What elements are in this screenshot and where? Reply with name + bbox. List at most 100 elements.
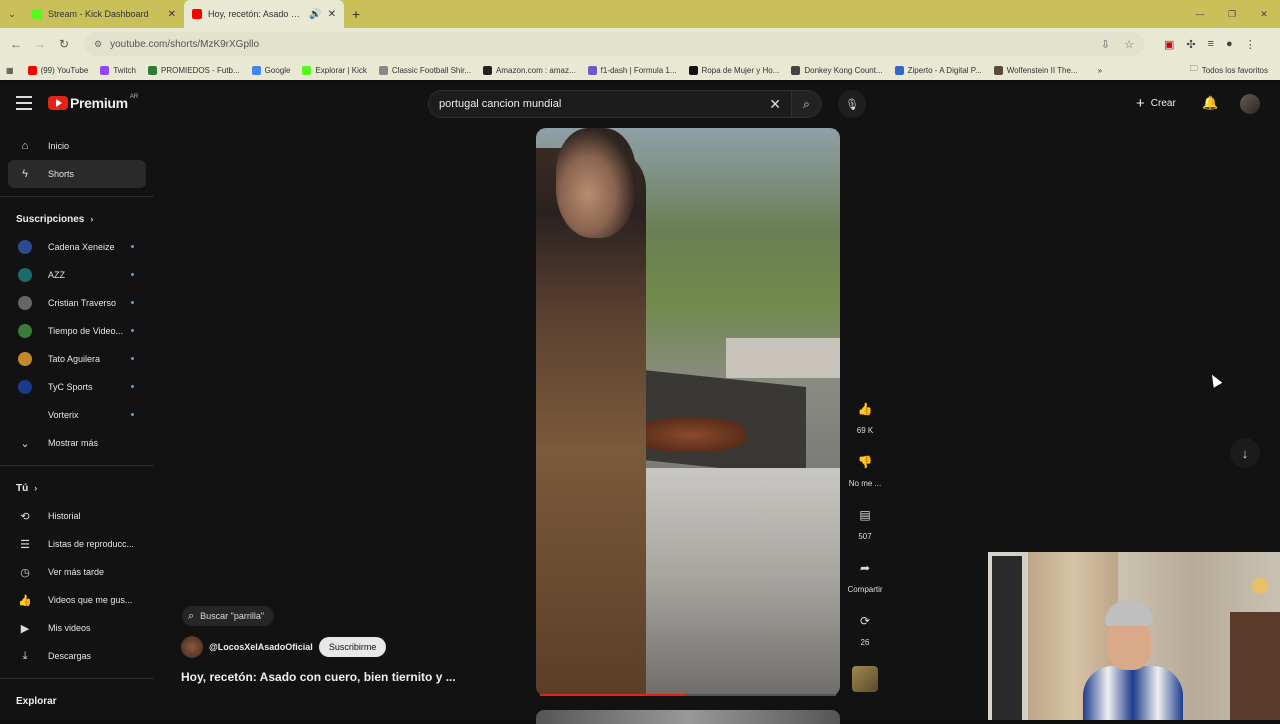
back-icon[interactable]: ← [4, 37, 28, 51]
create-label: Crear [1150, 98, 1176, 109]
bookmark-label: Ropa de Mujer y Ho... [701, 65, 780, 75]
tab-title: Stream - Kick Dashboard [48, 9, 149, 19]
channel-name[interactable]: @LocosXelAsadoOficial [209, 642, 313, 652]
bookmark-item[interactable]: Wolfenstein II The... [993, 65, 1078, 75]
video-progress-bar[interactable] [540, 694, 836, 696]
sidebar-you-item[interactable]: ⤓ Descargas [0, 642, 154, 670]
sidebar-subscription-item[interactable]: Vorterix [0, 401, 154, 429]
audio-source-thumbnail[interactable] [852, 666, 878, 692]
sidebar-subscription-item[interactable]: TyC Sports [0, 373, 154, 401]
clock-icon: ◷ [20, 566, 30, 579]
next-short-preview[interactable] [536, 710, 840, 724]
bookmark-star-icon[interactable]: ☆ [1124, 38, 1134, 51]
bookmark-item[interactable]: Amazon.com : amaz... [483, 65, 576, 75]
voice-search-button[interactable]: 🎙 [838, 90, 866, 118]
menu-kebab-icon[interactable]: ⋮ [1245, 38, 1256, 51]
guide-sidebar: ⌂ Inicio ϟ Shorts Suscripciones › Cadena… [0, 124, 154, 720]
extensions-puzzle-icon[interactable]: ✣ [1186, 38, 1195, 51]
sidebar-you-item[interactable]: ⟲ Historial [0, 502, 154, 530]
sidebar-you-item[interactable]: 👍 Videos que me gus... [0, 586, 154, 614]
extensions-area: ▣ ✣ ≡ ● ⋮ [1164, 38, 1256, 51]
profile-avatar-icon[interactable]: ● [1226, 38, 1233, 50]
reload-icon[interactable]: ↻ [52, 37, 76, 51]
sidebar-subscription-item[interactable]: Cadena Xeneize [0, 233, 154, 261]
minimize-icon[interactable]: — [1184, 9, 1216, 19]
video-frame-ash [616, 468, 840, 696]
search-button[interactable]: ⌕ [792, 90, 822, 118]
close-window-icon[interactable]: ✕ [1248, 9, 1280, 20]
sidebar-subscription-item[interactable]: Tiempo de Video... [0, 317, 154, 345]
new-tab-button[interactable]: + [344, 6, 368, 22]
bookmark-item[interactable]: PROMIEDOS - Futb... [147, 65, 240, 75]
dislike-button[interactable]: 👎 No me ... [846, 449, 884, 488]
bookmark-favicon-icon [688, 65, 698, 75]
share-button[interactable]: ➦ Compartir [846, 555, 884, 594]
you-header[interactable]: Tú › [0, 474, 154, 502]
clear-search-icon[interactable]: ✕ [769, 96, 781, 113]
channel-avatar[interactable] [181, 636, 203, 658]
bookmark-item[interactable]: Ropa de Mujer y Ho... [688, 65, 780, 75]
search-input[interactable]: portugal cancion mundial ✕ [428, 90, 792, 118]
sidebar-you-item[interactable]: ☰ Listas de reproducc... [0, 530, 154, 558]
bookmark-item[interactable]: f1-dash | Formula 1... [587, 65, 677, 75]
browser-tab-youtube[interactable]: Hoy, recetón: Asado con cu... 🔊 ✕ [184, 0, 344, 28]
shorts-icon: ϟ [22, 168, 28, 180]
bookmark-item[interactable]: Explorar | Kick [302, 65, 367, 75]
install-app-icon[interactable]: ⇩ [1101, 38, 1110, 51]
short-video-player[interactable] [536, 128, 840, 696]
browser-tab-bar: ⌄ Stream - Kick Dashboard ✕ Hoy, recetón… [0, 0, 1280, 28]
create-button[interactable]: + Crear [1136, 95, 1176, 112]
restore-icon[interactable]: ❐ [1216, 9, 1248, 20]
subscriptions-header[interactable]: Suscripciones › [0, 205, 154, 233]
subscribe-button[interactable]: Suscribirme [318, 637, 387, 657]
bookmarks-overflow-icon[interactable]: » [1098, 66, 1102, 75]
sidebar-item-label: Cadena Xeneize [48, 242, 115, 252]
sidebar-subscription-item[interactable]: Cristian Traverso [0, 289, 154, 317]
bookmark-item[interactable]: (99) YouTube [27, 65, 88, 75]
sidebar-item-shorts[interactable]: ϟ Shorts [8, 160, 146, 188]
youtube-premium-logo[interactable]: Premium AR [48, 94, 138, 111]
sidebar-item-label: Inicio [48, 141, 70, 151]
webcam-overlay [988, 552, 1280, 720]
bookmark-favicon-icon [894, 65, 904, 75]
sidebar-subscription-item[interactable]: AZZ [0, 261, 154, 289]
url-bar[interactable]: ⚙ youtube.com/shorts/MzK9rXGpllo ⇩ ☆ [84, 32, 1144, 56]
close-tab-icon[interactable]: ✕ [328, 9, 336, 20]
window-controls: — ❐ ✕ [1184, 0, 1280, 28]
sidebar-you-item[interactable]: ▶ Mis videos [0, 614, 154, 642]
all-bookmarks-folder[interactable]: 🗀 Todos los favoritos [1190, 63, 1280, 77]
close-tab-icon[interactable]: ✕ [168, 9, 176, 20]
apps-grid-icon[interactable]: ▦ [6, 66, 14, 75]
progress-fill [540, 694, 686, 696]
sidebar-subscription-item[interactable]: Tato Aguilera [0, 345, 154, 373]
new-content-dot [131, 385, 134, 388]
media-control-icon[interactable]: ≡ [1208, 38, 1214, 50]
bookmark-item[interactable]: Ziperto - A Digital P... [894, 65, 982, 75]
show-more-button[interactable]: ⌄ Mostrar más [0, 429, 154, 457]
streamer-shirt [1083, 666, 1183, 720]
like-button[interactable]: 👍 69 K [846, 396, 884, 435]
notifications-bell-icon[interactable]: 🔔 [1202, 95, 1218, 111]
account-avatar[interactable] [1240, 94, 1260, 114]
comments-button[interactable]: ▤ 507 [846, 502, 884, 541]
search-suggestion-chip[interactable]: ⌕ Buscar "parrilla" [182, 606, 275, 626]
forward-icon[interactable]: → [28, 37, 52, 51]
bookmark-item[interactable]: Google [251, 65, 290, 75]
tab-list-dropdown[interactable]: ⌄ [0, 9, 24, 20]
menu-hamburger-icon[interactable] [16, 96, 32, 110]
speaker-icon[interactable]: 🔊 [309, 9, 321, 20]
dislike-label: No me ... [848, 479, 882, 488]
short-title[interactable]: Hoy, recetón: Asado con cuero, bien tier… [181, 670, 456, 684]
sidebar-you-item[interactable]: ◷ Ver más tarde [0, 558, 154, 586]
pdf-extension-icon[interactable]: ▣ [1164, 38, 1174, 51]
bookmark-item[interactable]: Twitch [100, 65, 136, 75]
remix-button[interactable]: ⟳ 26 [846, 608, 884, 647]
bookmark-item[interactable]: Classic Football Shir... [378, 65, 471, 75]
site-info-icon[interactable]: ⚙ [94, 39, 102, 50]
new-content-dot [131, 273, 134, 276]
browser-tab-kick[interactable]: Stream - Kick Dashboard ✕ [24, 0, 184, 28]
next-short-button[interactable]: ↓ [1230, 438, 1260, 468]
webcam-lamp [1252, 578, 1268, 594]
bookmark-item[interactable]: Donkey Kong Count... [791, 65, 883, 75]
sidebar-item-inicio[interactable]: ⌂ Inicio [0, 132, 154, 160]
